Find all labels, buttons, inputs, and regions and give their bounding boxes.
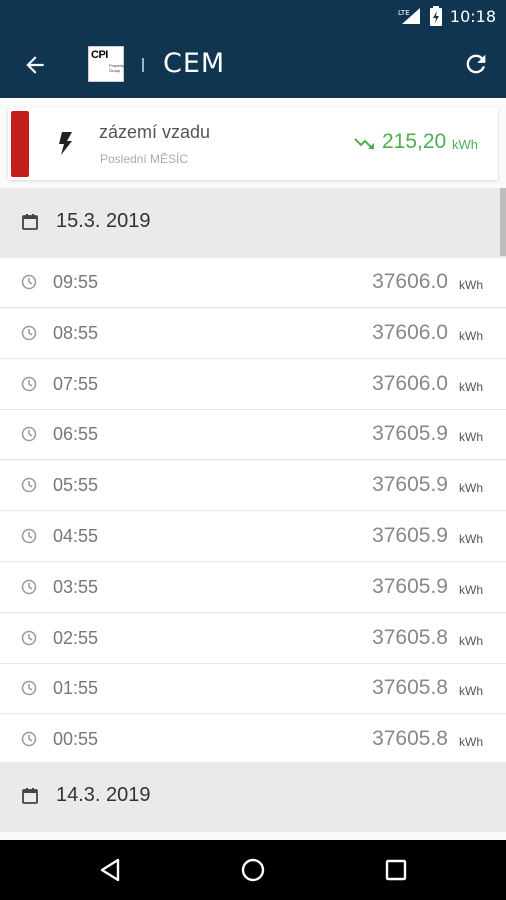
reading-time: 07:55 <box>53 373 99 394</box>
nav-home-icon[interactable] <box>240 857 266 883</box>
reading-row: 02:55 37605.8 kWh <box>0 613 506 664</box>
trend-down-icon <box>354 138 374 150</box>
day-header: 15.3. 2019 <box>0 188 506 258</box>
reading-unit: kWh <box>459 379 483 394</box>
meter-name: zázemí vzadu <box>99 122 211 142</box>
day-date: 15.3. 2019 <box>56 210 151 232</box>
system-navigation-bar <box>0 840 506 900</box>
reading-value: 37605.8 <box>372 727 448 751</box>
clock-icon <box>21 731 37 747</box>
reading-time: 04:55 <box>53 526 99 546</box>
reading-unit: kWh <box>459 735 483 750</box>
reading-row: 01:55 37605.8 kWh <box>0 664 506 715</box>
calendar-icon <box>22 214 38 230</box>
clock-icon <box>21 325 37 341</box>
reading-row: 08:55 37606.0 kWh <box>0 308 506 359</box>
clock-icon <box>21 376 37 391</box>
reading-value: 37606.0 <box>372 320 448 344</box>
reading-row: 06:55 37605.9 kWh <box>0 410 506 461</box>
battery-charging-icon <box>429 6 442 26</box>
cpi-logo-subtext: Property Group <box>109 63 125 73</box>
reading-value: 37605.9 <box>372 574 448 598</box>
reading-value: 37605.8 <box>372 625 448 649</box>
meter-unit: kWh <box>452 137 478 152</box>
reading-unit: kWh <box>459 278 483 292</box>
reading-value: 37605.8 <box>372 676 448 700</box>
reading-row: 09:55 37606.0 kWh <box>0 258 506 308</box>
reading-row: 00:55 37605.8 kWh <box>0 715 506 766</box>
clock-icon <box>21 528 37 544</box>
status-bar: LTE 10:18 <box>0 0 506 32</box>
reading-unit: kWh <box>459 328 483 343</box>
reading-value: 37605.9 <box>372 473 448 497</box>
day-header: 14.3. 2019 <box>0 762 506 832</box>
meter-summary-card[interactable]: zázemí vzadu Poslední MĚSÍC 215,20 kWh <box>8 108 498 180</box>
scrollbar-thumb[interactable] <box>500 188 506 256</box>
clock-icon <box>21 477 37 493</box>
clock-icon <box>21 630 37 645</box>
reading-unit: kWh <box>459 633 483 648</box>
cpi-logo-text: CPI <box>91 49 108 61</box>
nav-back-icon[interactable] <box>98 857 124 883</box>
reading-value: 37606.0 <box>372 371 448 395</box>
reading-unit: kWh <box>459 582 483 597</box>
back-arrow-icon[interactable] <box>22 52 48 78</box>
reading-time: 06:55 <box>53 424 99 445</box>
reading-row: 03:55 37605.9 kWh <box>0 562 506 613</box>
reading-time: 05:55 <box>53 475 99 496</box>
reading-row: 04:55 37605.9 kWh <box>0 512 506 562</box>
clock-icon <box>21 681 37 696</box>
meter-value: 215,20 <box>382 130 447 153</box>
reading-time: 03:55 <box>53 576 99 597</box>
nav-recents-icon[interactable] <box>383 857 409 883</box>
lightning-bolt-icon <box>59 132 72 155</box>
app-bar: CPI Property Group CEM <box>0 32 506 98</box>
reading-value: 37605.9 <box>372 422 448 446</box>
reading-unit: kWh <box>459 532 483 546</box>
cpi-logo: CPI Property Group <box>88 46 124 82</box>
reading-time: 08:55 <box>53 322 99 343</box>
clock-icon <box>21 579 37 595</box>
clock-icon <box>21 427 37 442</box>
clock-icon <box>21 274 37 290</box>
refresh-icon[interactable] <box>462 50 490 78</box>
reading-time: 00:55 <box>53 729 99 750</box>
reading-value: 37606.0 <box>372 270 448 293</box>
meter-period: Poslední MĚSÍC <box>100 152 189 166</box>
reading-row: 07:55 37606.0 kWh <box>0 359 506 410</box>
reading-unit: kWh <box>459 684 483 699</box>
reading-row: 05:55 37605.9 kWh <box>0 461 506 512</box>
calendar-icon <box>22 788 38 804</box>
reading-unit: kWh <box>459 481 483 496</box>
reading-time: 01:55 <box>53 678 99 699</box>
reading-time: 09:55 <box>53 272 99 292</box>
lte-signal-icon: LTE <box>398 8 420 24</box>
lte-label: LTE <box>398 9 410 17</box>
reading-value: 37605.9 <box>372 524 448 547</box>
meter-color-indicator <box>11 111 29 177</box>
logo-divider <box>142 58 144 72</box>
status-time: 10:18 <box>449 6 496 26</box>
cem-logo: CEM <box>163 48 226 79</box>
reading-time: 02:55 <box>53 627 99 648</box>
day-date: 14.3. 2019 <box>56 784 151 806</box>
reading-unit: kWh <box>459 430 483 445</box>
